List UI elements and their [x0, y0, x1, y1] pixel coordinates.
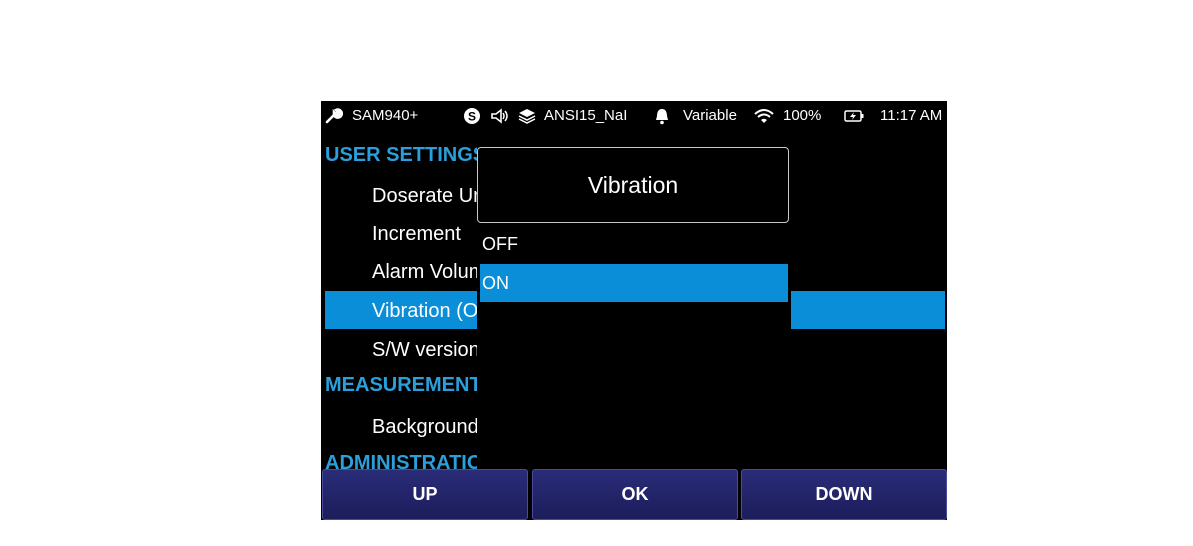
alarm-mode: Variable — [683, 107, 737, 124]
option-on[interactable]: ON — [480, 264, 788, 302]
device-name: SAM940+ — [352, 107, 419, 124]
clock-time: 11:17 AM — [880, 107, 943, 124]
option-label: ON — [482, 273, 509, 293]
section-label: USER SETTINGS — [325, 144, 487, 166]
menu-item-label: Increment — [372, 223, 461, 245]
option-off[interactable]: OFF — [480, 225, 788, 263]
menu-item-label: S/W version — [372, 339, 480, 361]
battery-percent: 100% — [783, 107, 822, 124]
svg-text:S: S — [468, 110, 476, 124]
battery-icon — [843, 107, 865, 125]
ok-button[interactable]: OK — [532, 469, 738, 520]
device-screen: SAM940+ S ANSI15_NaI Variable 100% 11:17… — [321, 101, 947, 520]
menu-item-label: Background — [372, 416, 479, 438]
vibration-dialog: Vibration OFF ON — [477, 147, 791, 477]
wifi-icon — [753, 107, 775, 125]
button-bar: UP OK DOWN — [321, 469, 947, 520]
option-label: OFF — [482, 234, 518, 254]
dialog-header: Vibration — [477, 147, 789, 223]
bell-icon — [653, 107, 671, 125]
dialog-title: Vibration — [587, 172, 679, 198]
library-icon — [517, 107, 537, 125]
speaker-icon — [490, 107, 510, 125]
section-label: MEASUREMENT — [325, 374, 482, 396]
down-button[interactable]: DOWN — [741, 469, 947, 520]
s-circle-icon: S — [463, 107, 481, 125]
profile-name: ANSI15_NaI — [544, 107, 628, 124]
wrench-icon — [325, 107, 343, 125]
status-bar: SAM940+ S ANSI15_NaI Variable 100% 11:17… — [321, 101, 947, 133]
up-button[interactable]: UP — [322, 469, 528, 520]
